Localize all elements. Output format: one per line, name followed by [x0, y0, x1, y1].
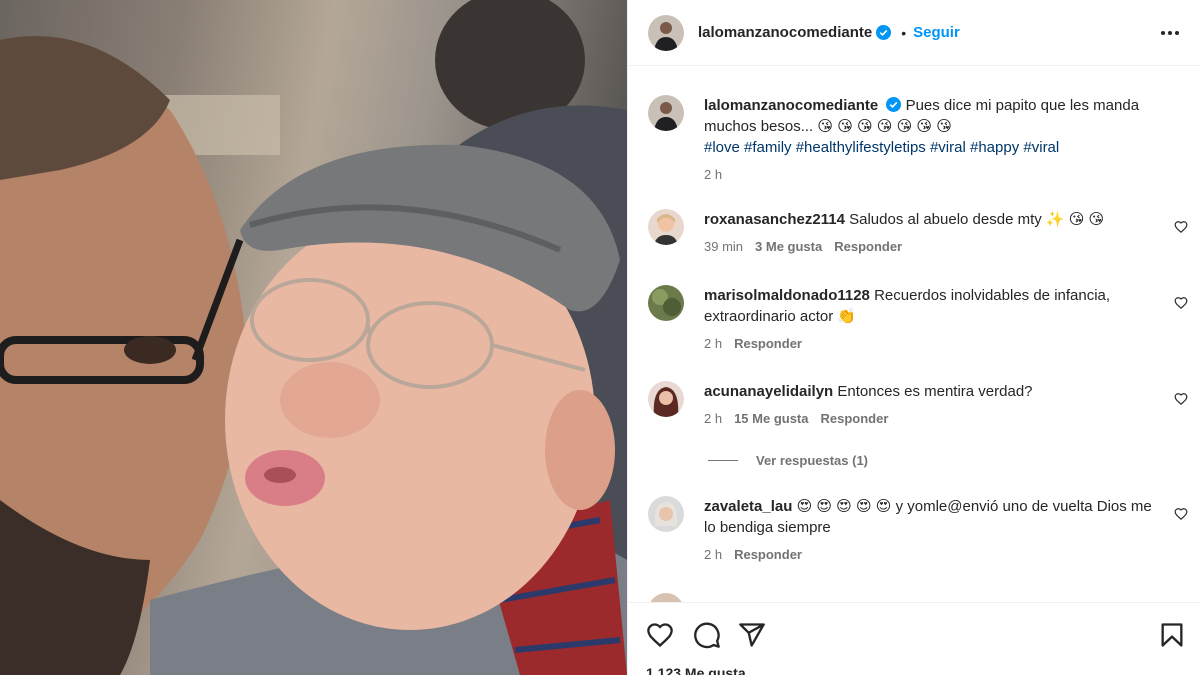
- replies-divider: [708, 460, 738, 461]
- author-avatar[interactable]: [648, 95, 684, 131]
- comments-list[interactable]: lalomanzanocomediante Pues dice mi papit…: [628, 67, 1200, 602]
- comment-time: 2 h: [704, 336, 723, 351]
- commenter-avatar[interactable]: [648, 496, 684, 532]
- comment-time: 2 h: [704, 411, 723, 426]
- reply-button[interactable]: Responder: [734, 333, 802, 354]
- follow-button[interactable]: Seguir: [913, 24, 960, 41]
- comment-time: 39 min: [704, 239, 744, 254]
- comment-username[interactable]: acunanayelidailyn: [704, 383, 833, 400]
- heart-icon[interactable]: [1174, 220, 1188, 234]
- reply-button[interactable]: Responder: [821, 408, 889, 429]
- comment-time: 2 h: [704, 547, 723, 562]
- heart-icon[interactable]: [646, 621, 674, 649]
- commenter-avatar[interactable]: [648, 381, 684, 417]
- comment-username[interactable]: roxanasanchez2114: [704, 211, 845, 228]
- hashtag[interactable]: #family: [744, 139, 792, 156]
- separator-dot: •: [901, 24, 907, 41]
- comment-likes[interactable]: 15 Me gusta: [734, 408, 808, 429]
- view-replies-label: Ver respuestas (1): [756, 453, 869, 468]
- view-replies-button[interactable]: Ver respuestas (1): [708, 453, 868, 468]
- hashtag[interactable]: #viral: [930, 139, 966, 156]
- comment-text: Saludos al abuelo desde mty ✨ 😘 😘: [849, 211, 1105, 228]
- heart-icon[interactable]: [1174, 296, 1188, 310]
- comment-icon[interactable]: [693, 621, 721, 649]
- share-icon[interactable]: [738, 621, 766, 649]
- commenter-avatar[interactable]: [648, 285, 684, 321]
- comment-username[interactable]: zavaleta_lau: [704, 498, 792, 515]
- hashtag[interactable]: #viral: [1023, 139, 1059, 156]
- hashtag[interactable]: #healthylifestyletips: [796, 139, 926, 156]
- verified-badge-icon: [876, 25, 892, 40]
- commenter-avatar[interactable]: [648, 209, 684, 245]
- reply-button[interactable]: Responder: [734, 544, 802, 565]
- hashtag[interactable]: #love: [704, 139, 740, 156]
- commenter-avatar[interactable]: [648, 593, 684, 602]
- post-header: lalomanzanocomediante • Seguir: [628, 0, 1200, 66]
- reply-button[interactable]: Responder: [834, 236, 902, 257]
- photo-illustration: [0, 0, 627, 675]
- caption-username[interactable]: lalomanzanocomediante: [704, 97, 878, 114]
- post-time: 2 h: [704, 167, 723, 182]
- heart-icon[interactable]: [1174, 507, 1188, 521]
- bookmark-icon[interactable]: [1158, 621, 1186, 649]
- likes-count[interactable]: 1.123 Me gusta: [646, 665, 746, 675]
- post-side-panel: lalomanzanocomediante • Seguir lalomanza…: [627, 0, 1200, 675]
- comment-username[interactable]: marisolmaldonado1128: [704, 287, 870, 304]
- post-photo[interactable]: [0, 0, 627, 675]
- heart-icon[interactable]: [1174, 392, 1188, 406]
- more-options-icon[interactable]: [1159, 22, 1181, 44]
- post-actions: 1.123 Me gusta: [628, 602, 1200, 675]
- author-avatar[interactable]: [648, 14, 684, 51]
- author-username[interactable]: lalomanzanocomediante: [698, 24, 872, 41]
- hashtag[interactable]: #happy: [970, 139, 1019, 156]
- comment-text: Entonces es mentira verdad?: [837, 383, 1033, 400]
- comment-likes[interactable]: 3 Me gusta: [755, 236, 822, 257]
- verified-badge-icon: [886, 97, 902, 112]
